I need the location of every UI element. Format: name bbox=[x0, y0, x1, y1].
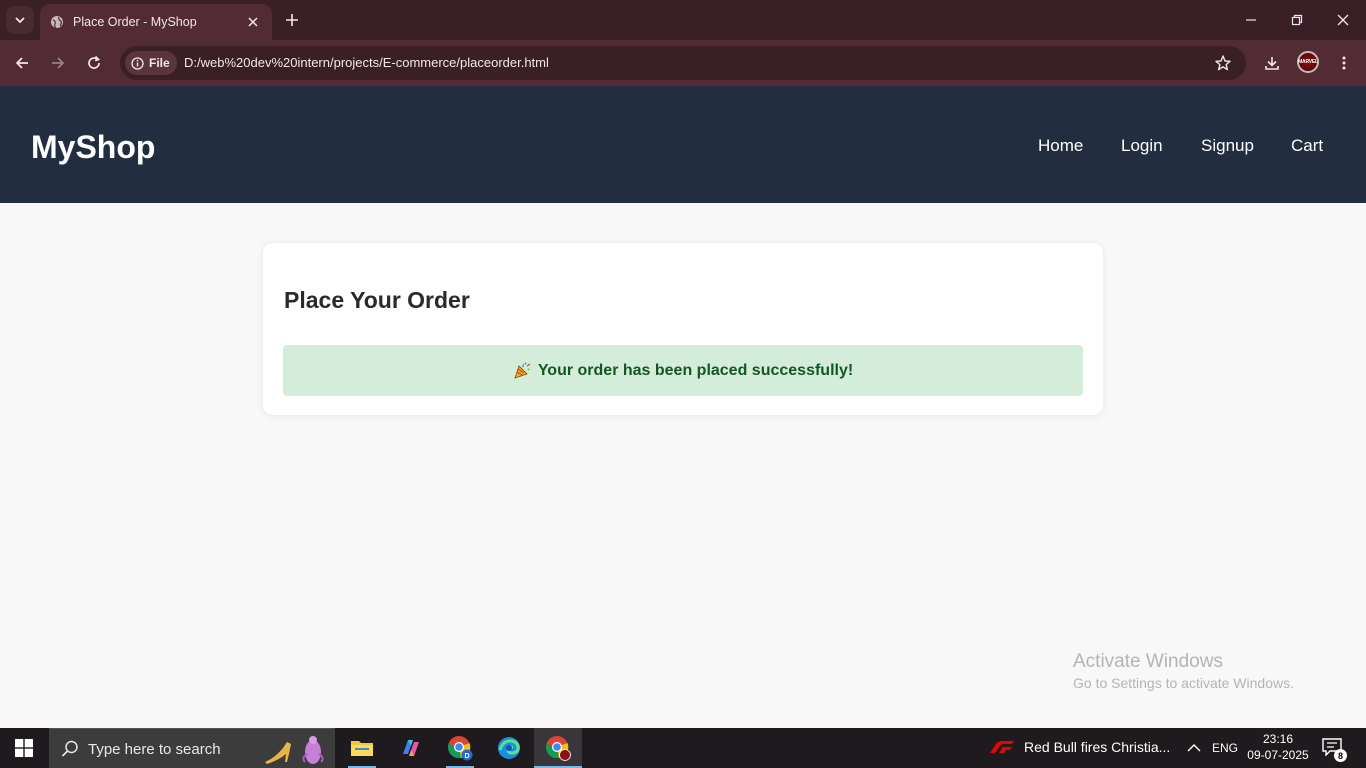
notification-center-icon[interactable]: 8 bbox=[1322, 738, 1347, 762]
party-popper-icon bbox=[513, 361, 532, 380]
chrome-profile-d-icon[interactable]: D bbox=[436, 728, 484, 768]
nav-link-signup[interactable]: Signup bbox=[1201, 136, 1254, 156]
order-page-title: Place Your Order bbox=[284, 287, 470, 313]
watermark-title: Activate Windows bbox=[1073, 651, 1223, 672]
browser-tabstrip: Place Order - MyShop bbox=[0, 0, 1366, 40]
clock-time: 23:16 bbox=[1262, 732, 1294, 746]
show-hidden-icons-chevron-icon[interactable] bbox=[1187, 728, 1201, 768]
browser-toolbar: File D:/web%20dev%20intern/projects/E-co… bbox=[0, 40, 1366, 86]
tab-search-button[interactable] bbox=[6, 6, 34, 34]
nav-link-login[interactable]: Login bbox=[1121, 136, 1163, 156]
minimize-icon[interactable] bbox=[1239, 8, 1263, 32]
order-card: Place Your Order Your order has been pla… bbox=[263, 243, 1103, 415]
f1-logo-icon bbox=[990, 741, 1014, 753]
nav-link-home[interactable]: Home bbox=[1038, 136, 1083, 156]
file-explorer-icon[interactable] bbox=[338, 728, 386, 768]
tab-close-icon[interactable] bbox=[244, 13, 262, 31]
copilot-icon[interactable] bbox=[387, 728, 435, 768]
search-icon bbox=[61, 740, 79, 758]
search-placeholder: Type here to search bbox=[88, 741, 221, 758]
globe-icon bbox=[50, 15, 64, 29]
windows-start-icon[interactable] bbox=[0, 728, 48, 768]
order-success-alert: Your order has been placed successfully! bbox=[283, 345, 1083, 396]
windows-taskbar: Type here to search D Red Bull fires Chr… bbox=[0, 728, 1366, 768]
edge-icon[interactable] bbox=[485, 728, 533, 768]
forward-arrow-icon[interactable] bbox=[46, 51, 70, 75]
reload-icon[interactable] bbox=[82, 51, 106, 75]
more-menu-icon[interactable] bbox=[1332, 51, 1356, 75]
new-tab-plus-icon[interactable] bbox=[282, 10, 302, 30]
search-highlight-image bbox=[265, 736, 324, 764]
download-icon[interactable] bbox=[1260, 51, 1284, 75]
order-success-message: Your order has been placed successfully! bbox=[537, 361, 854, 379]
address-bar[interactable]: File D:/web%20dev%20intern/projects/E-co… bbox=[120, 46, 1246, 80]
news-headline: Red Bull fires Christia... bbox=[1024, 739, 1171, 755]
bookmark-star-icon[interactable] bbox=[1214, 54, 1232, 72]
info-icon bbox=[131, 56, 144, 70]
notification-count-badge: 8 bbox=[1334, 749, 1347, 762]
close-window-icon[interactable] bbox=[1331, 8, 1355, 32]
chip-label: File bbox=[149, 56, 170, 70]
site-info-chip[interactable]: File bbox=[125, 51, 177, 75]
activate-windows-watermark: Activate Windows Go to Settings to activ… bbox=[1073, 651, 1294, 691]
tab-title: Place Order - MyShop bbox=[73, 15, 197, 29]
restore-icon[interactable] bbox=[1285, 8, 1309, 32]
site-logo[interactable]: MyShop bbox=[31, 129, 155, 165]
chrome-marvel-icon[interactable] bbox=[534, 728, 582, 768]
taskbar-clock[interactable]: 23:16 09-07-2025 bbox=[1245, 731, 1311, 763]
site-header: MyShop Home Login Signup Cart bbox=[0, 86, 1366, 203]
svg-text:D: D bbox=[464, 753, 469, 760]
nav-link-cart[interactable]: Cart bbox=[1291, 136, 1323, 156]
profile-avatar[interactable]: MARVEL bbox=[1297, 51, 1319, 73]
language-indicator[interactable]: ENG bbox=[1212, 728, 1238, 768]
clock-date: 09-07-2025 bbox=[1247, 748, 1309, 762]
chevron-down-icon bbox=[15, 17, 25, 24]
taskbar-search-box[interactable]: Type here to search bbox=[49, 728, 335, 768]
watermark-subtitle: Go to Settings to activate Windows. bbox=[1073, 675, 1294, 691]
back-arrow-icon[interactable] bbox=[10, 51, 34, 75]
news-widget[interactable]: Red Bull fires Christia... bbox=[990, 739, 1170, 755]
url-text[interactable]: D:/web%20dev%20intern/projects/E-commerc… bbox=[184, 55, 549, 70]
browser-tab-active[interactable]: Place Order - MyShop bbox=[40, 4, 272, 40]
